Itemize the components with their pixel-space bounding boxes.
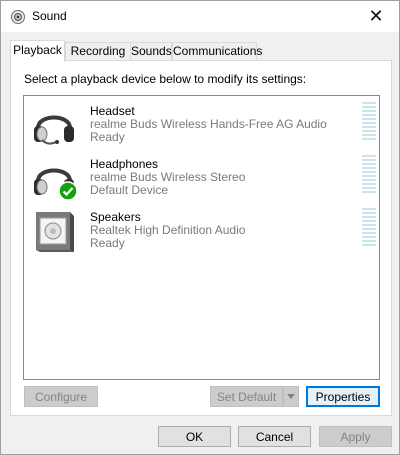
ok-button[interactable]: OK (158, 426, 231, 447)
tab-recording[interactable]: Recording (65, 42, 131, 61)
properties-button[interactable]: Properties (306, 386, 380, 407)
speaker-icon (36, 212, 74, 252)
chevron-down-icon (287, 394, 295, 399)
device-name: Headphones (90, 157, 159, 171)
device-item-speakers[interactable]: Speakers Realtek High Definition Audio R… (30, 208, 376, 260)
configure-button[interactable]: Configure (24, 386, 98, 407)
level-meter (362, 208, 376, 248)
apply-button[interactable]: Apply (319, 426, 392, 447)
playback-panel: Select a playback device below to modify… (10, 60, 392, 416)
cancel-button[interactable]: Cancel (238, 426, 311, 447)
close-icon: ✕ (368, 6, 384, 26)
device-name: Headset (90, 104, 135, 118)
device-item-headphones[interactable]: Headphones realme Buds Wireless Stereo D… (30, 155, 376, 207)
device-list[interactable]: Headset realme Buds Wireless Hands-Free … (23, 95, 380, 380)
set-default-dropdown[interactable] (283, 386, 299, 407)
level-meter (362, 102, 376, 142)
device-status: Default Device (90, 183, 169, 197)
title-bar: Sound ✕ (1, 1, 399, 32)
level-meter (362, 155, 376, 195)
tab-sounds[interactable]: Sounds (130, 42, 172, 61)
device-status: Ready (90, 236, 125, 250)
device-name: Speakers (90, 210, 141, 224)
device-status: Ready (90, 130, 125, 144)
tab-playback[interactable]: Playback (10, 40, 65, 62)
close-button[interactable]: ✕ (353, 1, 399, 32)
headset-icon (34, 115, 74, 145)
sound-dialog: Sound ✕ Playback Recording Sounds Commun… (0, 0, 400, 455)
tab-communications[interactable]: Communications (172, 42, 262, 61)
device-description: Realtek High Definition Audio (90, 223, 246, 237)
device-description: realme Buds Wireless Hands-Free AG Audio (90, 117, 327, 131)
instruction-text: Select a playback device below to modify… (24, 72, 307, 86)
set-default-button[interactable]: Set Default (210, 386, 283, 407)
default-check-icon (58, 181, 78, 201)
device-item-headset[interactable]: Headset realme Buds Wireless Hands-Free … (30, 102, 376, 154)
device-description: realme Buds Wireless Stereo (90, 170, 246, 184)
speaker-app-icon (11, 10, 25, 24)
window-title: Sound (32, 9, 67, 23)
